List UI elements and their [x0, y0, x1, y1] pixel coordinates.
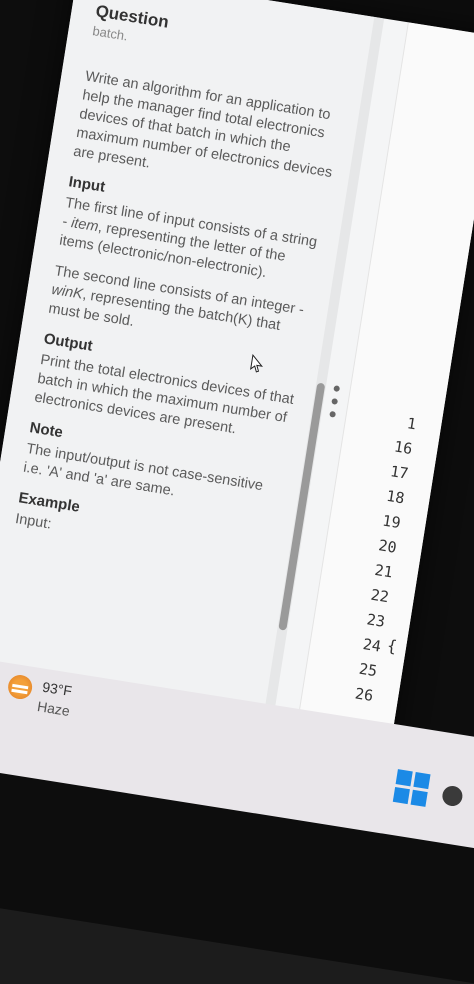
haze-weather-icon [6, 673, 34, 701]
taskbar-app-icon[interactable] [440, 784, 464, 808]
mouse-cursor-icon [250, 353, 263, 373]
weather-temperature: 93°F [41, 678, 74, 700]
windows-start-icon[interactable] [392, 769, 432, 808]
line-numbers: 1 16 17 18 19 20 21 22 23 24 25 26 [312, 403, 418, 709]
input-line2-var: winK [50, 281, 84, 303]
code-brace: { [385, 635, 399, 657]
input-line1-var: item [69, 215, 100, 236]
weather-condition: Haze [36, 698, 71, 719]
resize-handle-icon[interactable] [328, 385, 342, 425]
